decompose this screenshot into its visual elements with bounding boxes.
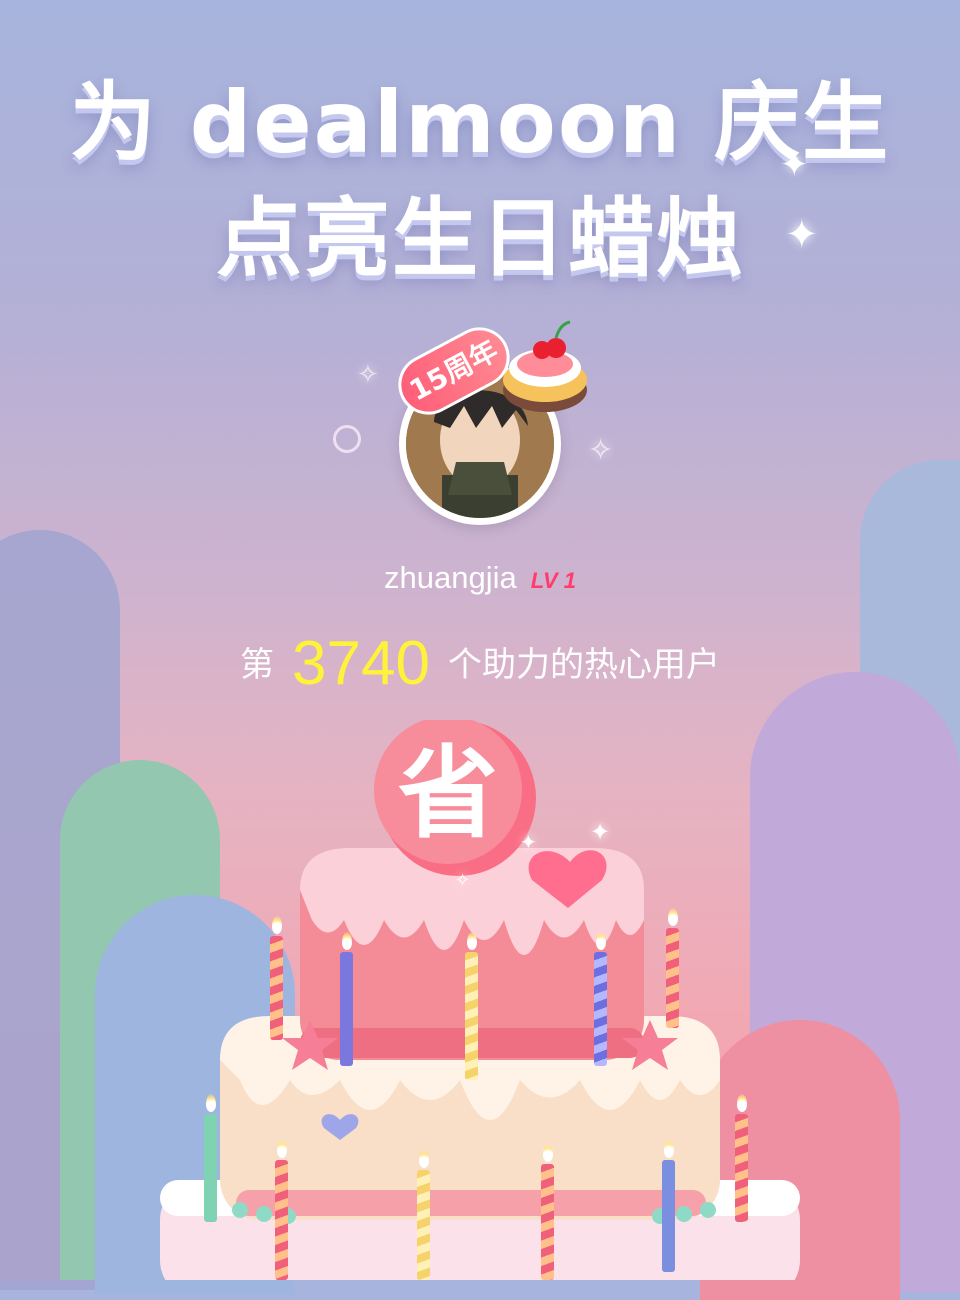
candle-flame <box>467 932 477 950</box>
candle-flame <box>342 932 352 950</box>
sparkle-icon: ✦ <box>520 830 537 854</box>
candle-flame <box>272 916 282 934</box>
candle-flame <box>668 908 678 926</box>
username[interactable]: zhuangjia <box>384 560 517 595</box>
candle-icon <box>204 1114 217 1222</box>
sparkle-icon: ✦ <box>780 145 809 185</box>
sparkle-icon: ✧ <box>588 433 614 468</box>
user-info: zhuangjia LV 1 <box>0 560 960 596</box>
birthday-cake: 省 <box>160 720 800 1280</box>
cherry-cake-icon <box>503 320 587 412</box>
candle-icon <box>417 1170 430 1280</box>
rank-prefix: 第 <box>240 645 275 685</box>
candle-flame <box>543 1144 553 1162</box>
candle-icon <box>662 1160 675 1272</box>
cake-topper-text: 省 <box>398 735 498 852</box>
helper-rank: 第 3740 个助力的热心用户 <box>0 628 960 699</box>
candle-icon <box>666 928 679 1028</box>
rank-count: 3740 <box>292 629 430 698</box>
rank-suffix: 个助力的热心用户 <box>447 645 720 685</box>
sparkle-icon: ✦ <box>785 212 819 258</box>
sparkle-icon: ✦ <box>590 818 611 846</box>
candle-icon <box>735 1114 748 1222</box>
candle-flame <box>419 1150 429 1168</box>
candle-icon <box>541 1164 554 1280</box>
candle-flame <box>596 932 606 950</box>
candle-icon <box>340 952 353 1066</box>
sparkle-icon: ✧ <box>357 360 379 390</box>
candle-flame <box>664 1140 674 1158</box>
candle-icon <box>594 952 607 1066</box>
circle-decoration <box>333 425 361 453</box>
candle-flame <box>277 1140 287 1158</box>
level-badge: LV 1 <box>530 568 576 593</box>
candle-icon <box>465 952 478 1080</box>
candle-flame <box>206 1094 216 1112</box>
candle-icon <box>270 936 283 1040</box>
candle-icon <box>275 1160 288 1280</box>
page-title-line1: 为 dealmoon 庆生 <box>69 73 891 173</box>
candle-flame <box>737 1094 747 1112</box>
sparkle-icon: ✧ <box>455 870 471 891</box>
